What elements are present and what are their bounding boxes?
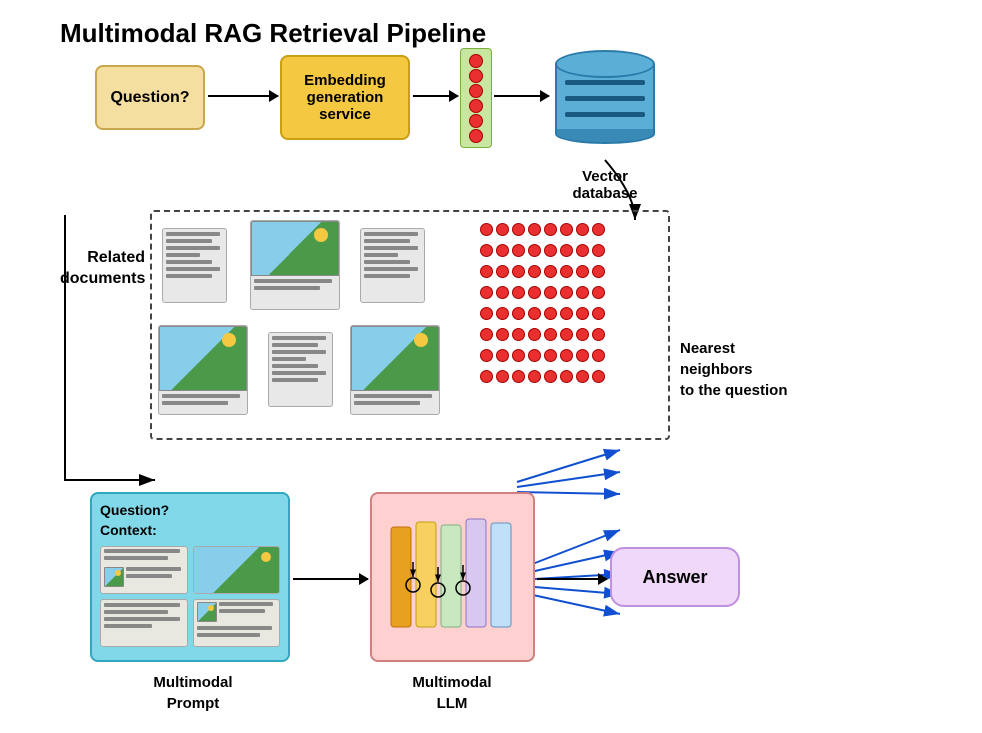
db-stripe-3 [565, 112, 645, 117]
prompt-context-label: Context: [100, 522, 280, 538]
nn-row-7 [480, 349, 605, 362]
canvas: Multimodal RAG Retrieval Pipeline Questi… [0, 0, 982, 733]
doc-lines-5 [269, 333, 332, 388]
sun-icon-2 [314, 228, 328, 242]
db-stripe-1 [565, 80, 645, 85]
sun-icon-6 [414, 333, 428, 347]
multimodal-llm-box [370, 492, 535, 662]
nn-label-line1: Nearest neighbors [680, 338, 810, 380]
embedding-box: Embedding generation service [280, 55, 410, 140]
nn-row-8 [480, 370, 605, 383]
doc-lines-3 [361, 229, 424, 284]
doc-image-6 [351, 326, 439, 391]
doc-image-4 [159, 326, 247, 391]
doc-thumb-2 [250, 220, 340, 310]
nn-row-1 [480, 223, 605, 236]
llm-label-line2: LLM [382, 693, 522, 714]
prompt-item-2 [193, 546, 281, 594]
arrow-prompt-to-llm [293, 578, 368, 580]
arrow-question-to-embedding [208, 95, 278, 97]
db-label-line2: database [555, 185, 655, 202]
prompt-img-small-4 [197, 602, 217, 622]
vector-dot-3 [469, 84, 483, 98]
nn-label-line2: to the question [680, 380, 810, 401]
llm-visualization [383, 507, 523, 647]
nn-row-5 [480, 307, 605, 320]
related-docs-line1: Related [60, 248, 145, 269]
arrow-llm-to-answer [537, 578, 607, 580]
doc-thumb-1 [162, 228, 227, 303]
related-docs-label: Related documents [60, 248, 145, 290]
doc-thumb-4 [158, 325, 248, 415]
doc-thumb-5 [268, 332, 333, 407]
multimodal-prompt-label: Multimodal Prompt [108, 672, 278, 714]
vector-dot-6 [469, 129, 483, 143]
prompt-content-grid [100, 546, 280, 647]
embedding-label: Embedding generation service [287, 72, 403, 123]
multimodal-prompt-box: Question? Context: [90, 492, 290, 662]
prompt-img-small-1 [104, 567, 124, 587]
vector-dot-1 [469, 54, 483, 68]
db-top [555, 50, 655, 78]
vector-database [550, 50, 660, 155]
doc-thumb-3 [360, 228, 425, 303]
nn-row-4 [480, 286, 605, 299]
nearest-neighbor-rows [480, 223, 605, 383]
db-label: Vector database [555, 168, 655, 202]
prompt-item-1 [100, 546, 188, 594]
doc-lines-1 [163, 229, 226, 284]
arrow-vector-to-db [494, 95, 549, 97]
nn-row-3 [480, 265, 605, 278]
nearest-neighbors-label: Nearest neighbors to the question [680, 338, 810, 401]
vector-dot-4 [469, 99, 483, 113]
arrow-embedding-to-vector [413, 95, 458, 97]
vector-dot-2 [469, 69, 483, 83]
prompt-item-4 [193, 599, 281, 647]
db-label-line1: Vector [555, 168, 655, 185]
prompt-label-line1: Multimodal [108, 672, 278, 693]
answer-box: Answer [610, 547, 740, 607]
doc-image-2 [251, 221, 339, 276]
prompt-img-large [194, 547, 280, 593]
vector-dot-5 [469, 114, 483, 128]
prompt-question-label: Question? [100, 502, 280, 518]
prompt-item-3 [100, 599, 188, 647]
question-label: Question? [110, 89, 189, 107]
related-docs-line2: documents [60, 269, 145, 290]
vector-array [460, 48, 492, 148]
answer-label: Answer [642, 567, 707, 588]
multimodal-llm-label: Multimodal LLM [382, 672, 522, 714]
page-title: Multimodal RAG Retrieval Pipeline [60, 18, 486, 49]
doc-thumb-6 [350, 325, 440, 415]
db-stripe-2 [565, 96, 645, 101]
sun-icon-4 [222, 333, 236, 347]
prompt-label-line2: Prompt [108, 693, 278, 714]
nn-row-2 [480, 244, 605, 257]
llm-label-line1: Multimodal [382, 672, 522, 693]
nn-row-6 [480, 328, 605, 341]
question-box: Question? [95, 65, 205, 130]
